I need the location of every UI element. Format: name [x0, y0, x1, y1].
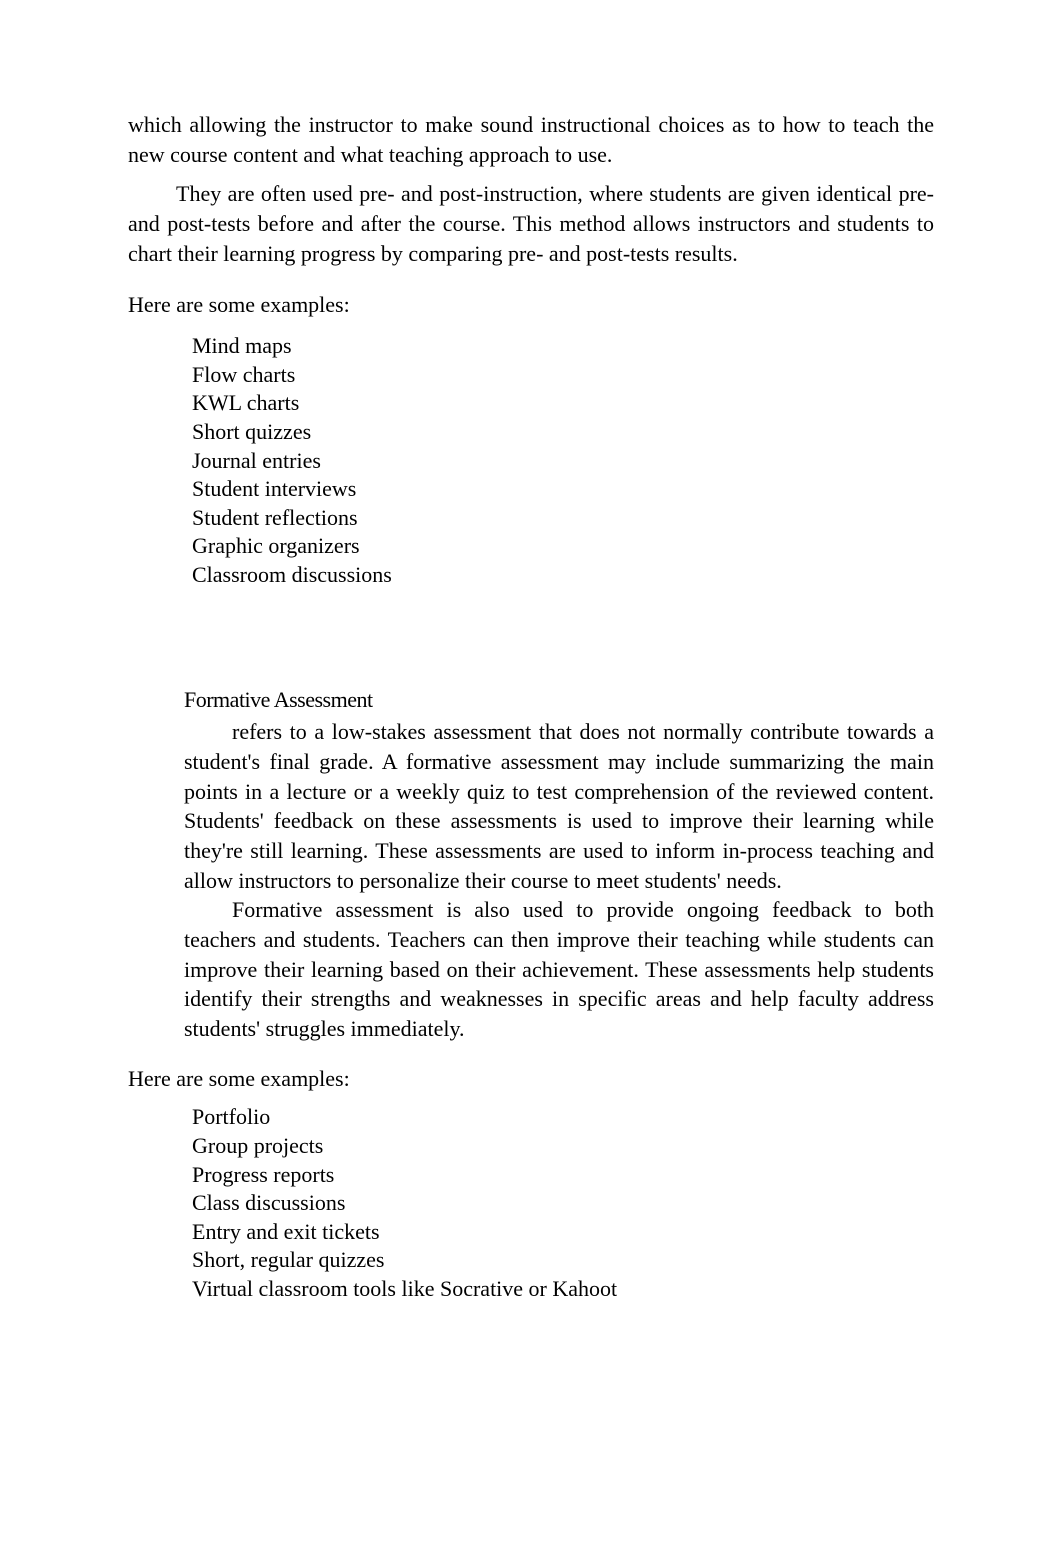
list-item: KWL charts: [158, 389, 934, 418]
list-item-text: Classroom discussions: [192, 562, 392, 587]
list-item: Short, regular quizzes: [158, 1246, 934, 1275]
list-item-text: Student interviews: [192, 476, 356, 501]
list-item: Journal entries: [158, 447, 934, 476]
list-item-text: Progress reports: [192, 1162, 334, 1187]
list-item: Group projects: [158, 1132, 934, 1161]
list-item: Flow charts: [158, 361, 934, 390]
formative-assessment-section: Formative Assessment refers to a low-sta…: [128, 685, 934, 1043]
paragraph-intro-1: which allowing the instructor to make so…: [128, 110, 934, 169]
list-item: Mind maps: [158, 332, 934, 361]
list-item-text: KWL charts: [192, 390, 299, 415]
list-item-text: Entry and exit tickets: [192, 1219, 380, 1244]
list-item-text: Virtual classroom tools like Socrative o…: [192, 1276, 617, 1301]
section-paragraph-2: Formative assessment is also used to pro…: [184, 895, 934, 1043]
list-item-text: Group projects: [192, 1133, 323, 1158]
section-heading: Formative Assessment: [184, 685, 934, 715]
section-paragraph-1: refers to a low-stakes assessment that d…: [184, 717, 934, 895]
list-item: Short quizzes: [158, 418, 934, 447]
examples-intro-1: Here are some examples:: [128, 290, 934, 320]
list-item: Class discussions: [158, 1189, 934, 1218]
paragraph-intro-2: They are often used pre- and post-instru…: [128, 179, 934, 268]
examples-list-1: Mind maps Flow charts KWL charts Short quiz…: [128, 332, 934, 589]
list-item-text: Short quizzes: [192, 419, 311, 444]
list-item-text: Flow charts: [192, 362, 295, 387]
list-item-text: Student reflections: [192, 505, 358, 530]
list-item-text: Graphic organizers: [192, 533, 360, 558]
list-item-text: Mind maps: [192, 333, 292, 358]
examples-intro-2: Here are some examples:: [128, 1064, 934, 1094]
list-item: Student interviews: [158, 475, 934, 504]
examples-list-2: Portfolio Group projects Progress reports C…: [128, 1103, 934, 1303]
list-item-text: Journal entries: [192, 448, 321, 473]
list-item: Classroom discussions: [158, 561, 934, 590]
list-item-text: Class discussions: [192, 1190, 345, 1215]
list-item: Portfolio: [158, 1103, 934, 1132]
list-item: Progress reports: [158, 1161, 934, 1190]
list-item-text: Portfolio: [192, 1104, 270, 1129]
list-item: Entry and exit tickets: [158, 1218, 934, 1247]
list-item: Graphic organizers: [158, 532, 934, 561]
list-item: Virtual classroom tools like Socrative o…: [158, 1275, 934, 1304]
list-item: Student reflections: [158, 504, 934, 533]
list-item-text: Short, regular quizzes: [192, 1247, 384, 1272]
